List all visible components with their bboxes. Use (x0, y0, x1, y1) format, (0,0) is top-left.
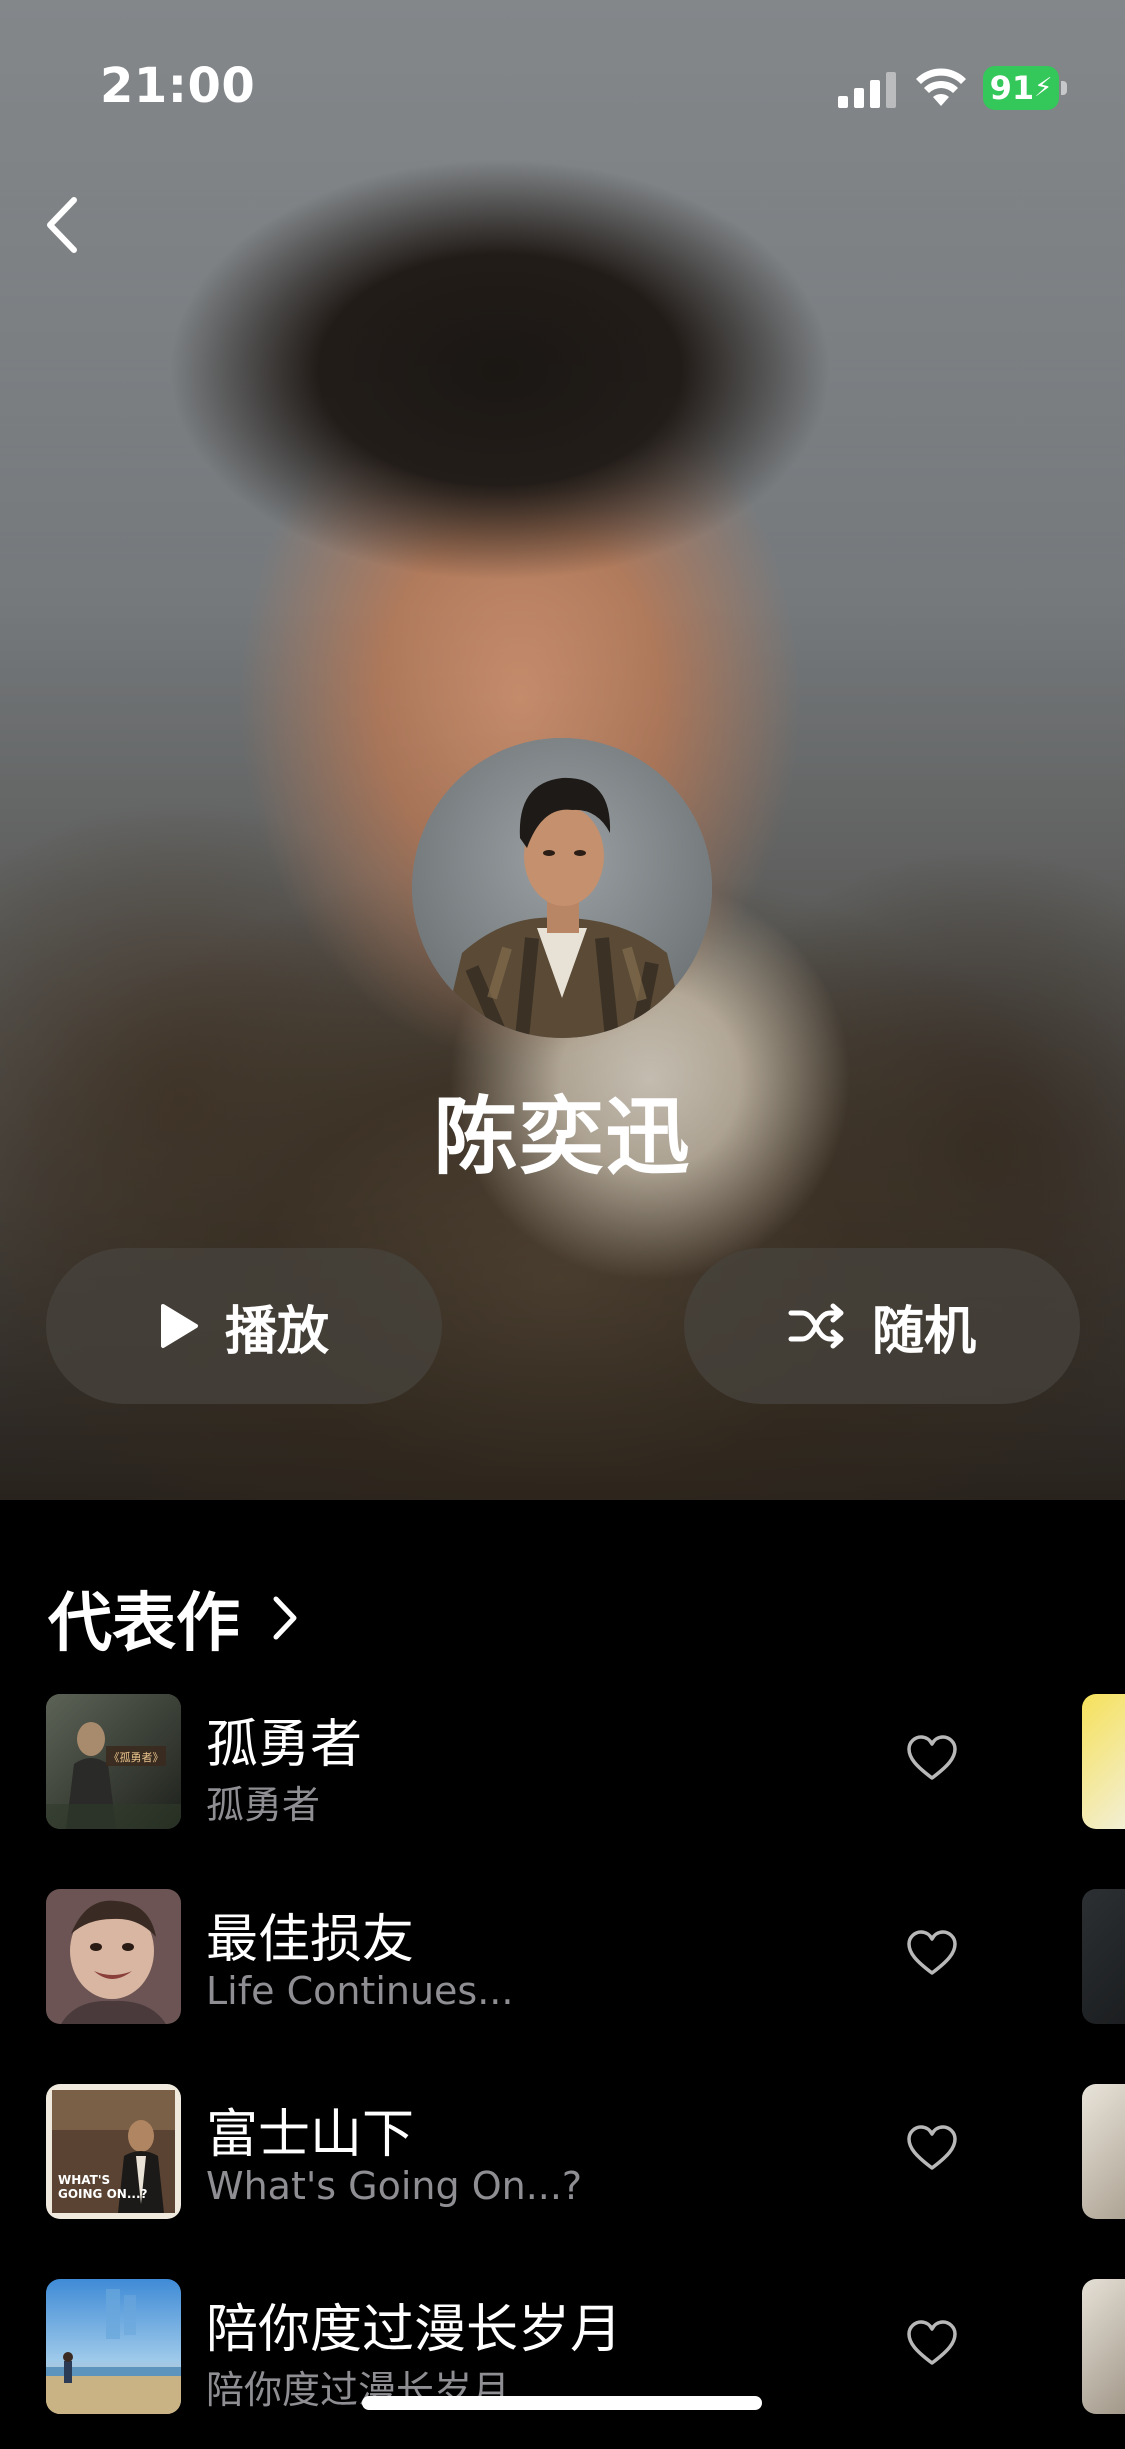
play-label: 播放 (224, 1301, 329, 1362)
artist-avatar (412, 738, 712, 1038)
wifi-icon (916, 68, 966, 106)
song-title: 孤勇者 (206, 1715, 363, 1775)
album-cover (46, 2279, 181, 2414)
album-cover (46, 1889, 181, 2024)
svg-text:GOING ON...?: GOING ON...? (58, 2187, 148, 2201)
song-subtitle: Life Continues... (206, 1969, 514, 2013)
song-title: 最佳损友 (206, 1910, 415, 1970)
play-icon (160, 1304, 198, 1348)
next-album-cover[interactable] (1082, 1694, 1125, 1829)
heart-icon[interactable] (906, 1734, 958, 1782)
song-subtitle: 孤勇者 (206, 1783, 321, 1827)
heart-icon[interactable] (906, 2124, 958, 2172)
next-album-cover[interactable] (1082, 2084, 1125, 2219)
home-indicator[interactable] (362, 2396, 762, 2410)
battery-percent: 91 (989, 69, 1035, 107)
album-cover: 《孤勇者》 (46, 1694, 181, 1829)
heart-icon[interactable] (906, 1929, 958, 1977)
next-album-cover[interactable] (1082, 2279, 1125, 2414)
status-time: 21:00 (100, 58, 256, 114)
chevron-right-icon (273, 1596, 297, 1640)
song-title: 富士山下 (206, 2105, 415, 2165)
heart-icon[interactable] (906, 2319, 958, 2367)
cover-text: WHAT'S (58, 2173, 110, 2187)
section-title: 代表作 (48, 1587, 240, 1661)
signal-icon (838, 72, 896, 108)
play-button[interactable]: 播放 (46, 1248, 442, 1404)
song-title: 陪你度过漫长岁月 (206, 2300, 623, 2360)
artist-hero: 21:00 91 ⚡ 陈奕迅 播放 随机 (0, 0, 1125, 1500)
top-songs-header[interactable]: 代表作 (48, 1572, 300, 1664)
battery-level: 91 ⚡ (983, 66, 1059, 110)
artist-name: 陈奕迅 (433, 1088, 692, 1186)
song-row[interactable]: 《孤勇者》 孤勇者 孤勇者 (0, 1694, 1125, 1864)
shuffle-label: 随机 (871, 1301, 976, 1362)
shuffle-icon (788, 1303, 844, 1349)
album-cover: WHAT'S GOING ON...? (46, 2084, 181, 2219)
song-subtitle: What's Going On...? (206, 2164, 583, 2208)
cover-text: 《孤勇者》 (109, 1751, 164, 1764)
back-button[interactable] (38, 190, 88, 260)
song-row[interactable]: 陪你度过漫长岁月 陪你度过漫长岁月 (0, 2279, 1125, 2449)
shuffle-button[interactable]: 随机 (684, 1248, 1080, 1404)
song-row[interactable]: 最佳损友 Life Continues... (0, 1889, 1125, 2059)
song-row[interactable]: WHAT'S GOING ON...? 富士山下 What's Going On… (0, 2084, 1125, 2254)
next-album-cover[interactable] (1082, 1889, 1125, 2024)
battery-icon: 91 ⚡ (983, 66, 1067, 110)
